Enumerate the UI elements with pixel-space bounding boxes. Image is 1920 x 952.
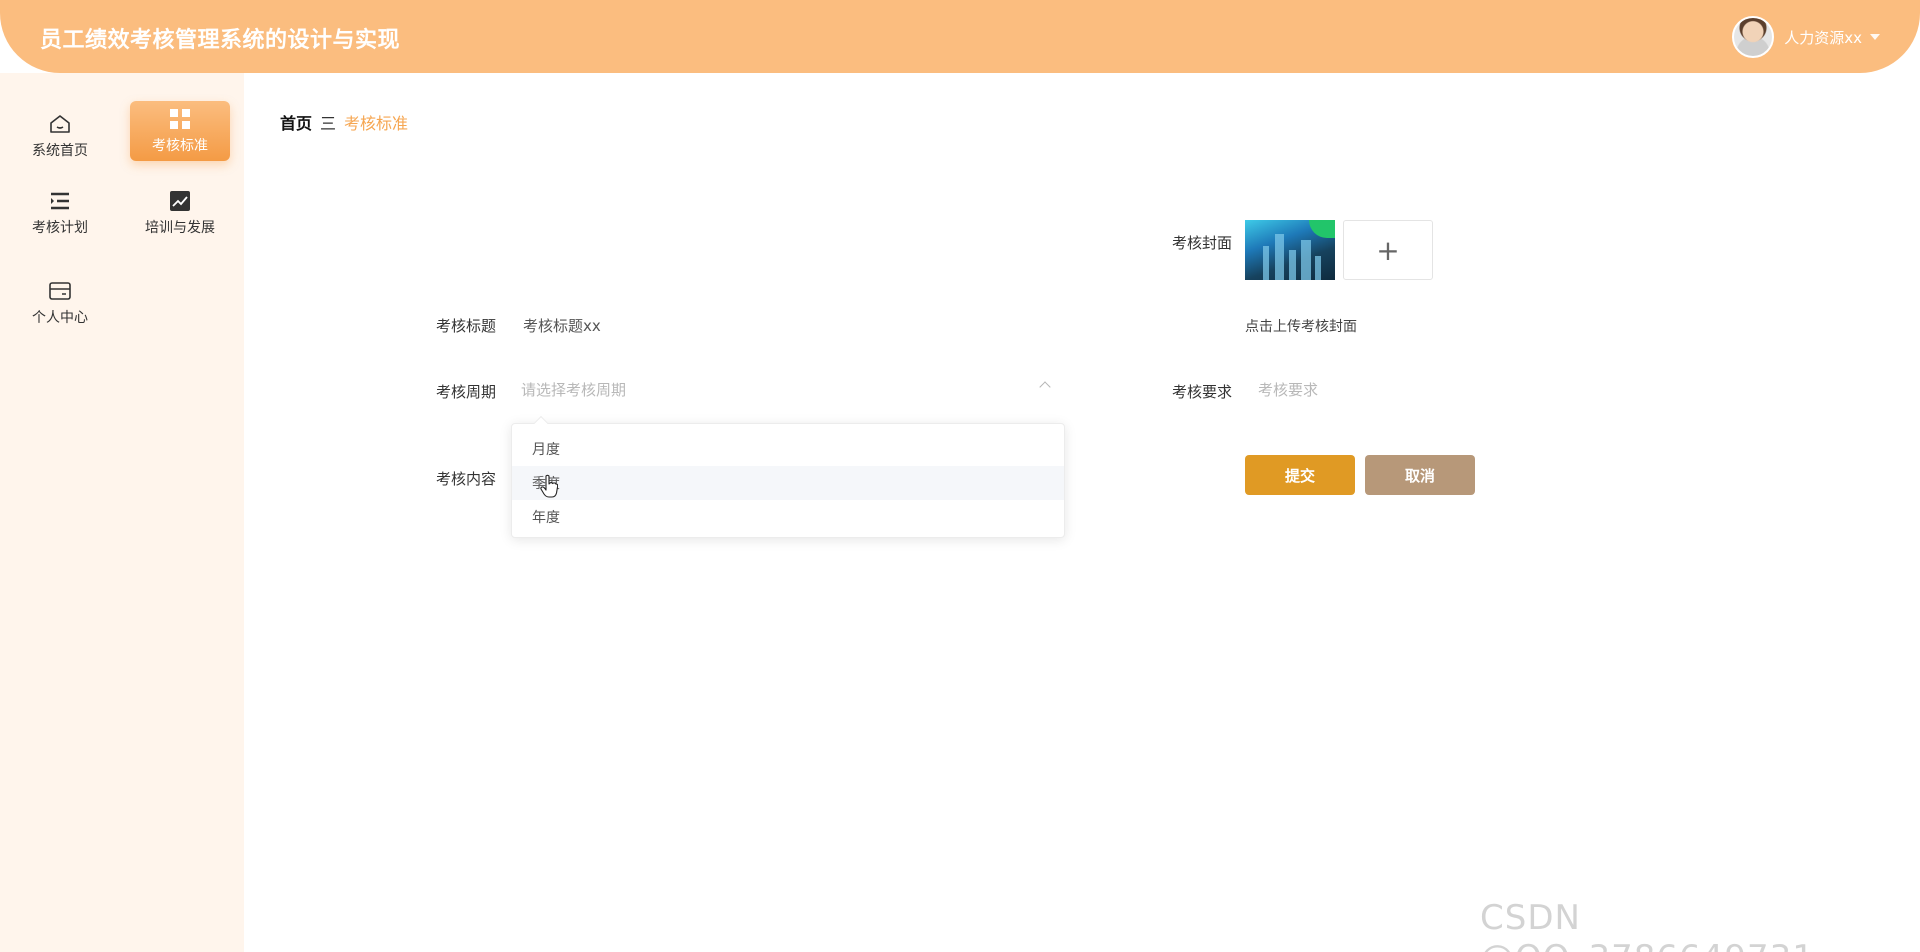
requirement-label: 考核要求 <box>1172 383 1233 401</box>
sidebar: 系统首页 考核标准 考核计划 培训与发展 个人中心 <box>0 73 244 952</box>
cover-image[interactable] <box>1245 220 1335 280</box>
cancel-button[interactable]: 取消 <box>1365 455 1475 495</box>
title-label: 考核标题 <box>436 317 497 335</box>
content-label: 考核内容 <box>436 470 497 488</box>
sidebar-item-label: 系统首页 <box>32 143 88 159</box>
cover-hint: 点击上传考核封面 <box>1245 319 1357 335</box>
sidebar-item-label: 个人中心 <box>32 310 88 326</box>
dropdown-arrow <box>533 415 549 431</box>
top-header: 员工绩效考核管理系统的设计与实现 人力资源xx <box>0 0 1920 73</box>
cycle-select[interactable]: 请选择考核周期 <box>521 379 626 400</box>
trend-chart-icon <box>168 189 192 213</box>
plus-icon: + <box>1376 233 1400 267</box>
breadcrumb-current: 考核标准 <box>344 114 409 133</box>
chevron-up-icon[interactable] <box>1039 381 1051 393</box>
avatar[interactable] <box>1732 16 1775 58</box>
sidebar-item-label: 考核标准 <box>152 138 208 154</box>
watermark: CSDN @QQ_3786649731 <box>1480 898 1814 952</box>
user-name[interactable]: 人力资源xx <box>1784 27 1862 48</box>
user-menu[interactable]: 人力资源xx <box>1732 16 1880 58</box>
list-indent-icon <box>48 189 72 213</box>
dropdown-option-yearly[interactable]: 年度 <box>512 500 1064 534</box>
sidebar-item-home[interactable]: 系统首页 <box>10 106 110 166</box>
dropdown-option-monthly[interactable]: 月度 <box>512 432 1064 466</box>
app-title: 员工绩效考核管理系统的设计与实现 <box>40 28 401 53</box>
grid-icon <box>168 107 192 131</box>
upload-cover-button[interactable]: + <box>1343 220 1433 280</box>
breadcrumb-separator: 三 <box>320 114 337 133</box>
sidebar-item-training[interactable]: 培训与发展 <box>130 183 230 243</box>
cycle-label: 考核周期 <box>436 383 497 401</box>
breadcrumb: 首页 三 考核标准 <box>280 110 408 134</box>
title-input[interactable]: 考核标题xx <box>523 315 601 336</box>
sidebar-item-profile[interactable]: 个人中心 <box>10 273 110 333</box>
requirement-input[interactable]: 考核要求 <box>1258 379 1318 400</box>
sidebar-item-plans[interactable]: 考核计划 <box>10 183 110 243</box>
sidebar-item-label: 培训与发展 <box>145 220 215 236</box>
hand-cursor-icon <box>540 474 558 498</box>
app-root: 员工绩效考核管理系统的设计与实现 人力资源xx 系统首页 考核标准 考核计划 培… <box>0 0 1920 952</box>
cycle-dropdown: 月度 季度 年度 <box>511 415 1065 538</box>
home-icon <box>48 112 72 136</box>
breadcrumb-home[interactable]: 首页 <box>280 110 312 134</box>
sidebar-item-label: 考核计划 <box>32 220 88 236</box>
card-icon <box>48 279 72 303</box>
dropdown-option-quarterly[interactable]: 季度 <box>512 466 1064 500</box>
cover-label: 考核封面 <box>1172 234 1233 252</box>
sidebar-item-standards[interactable]: 考核标准 <box>130 101 230 161</box>
chevron-down-icon[interactable] <box>1870 34 1880 40</box>
submit-button[interactable]: 提交 <box>1245 455 1355 495</box>
